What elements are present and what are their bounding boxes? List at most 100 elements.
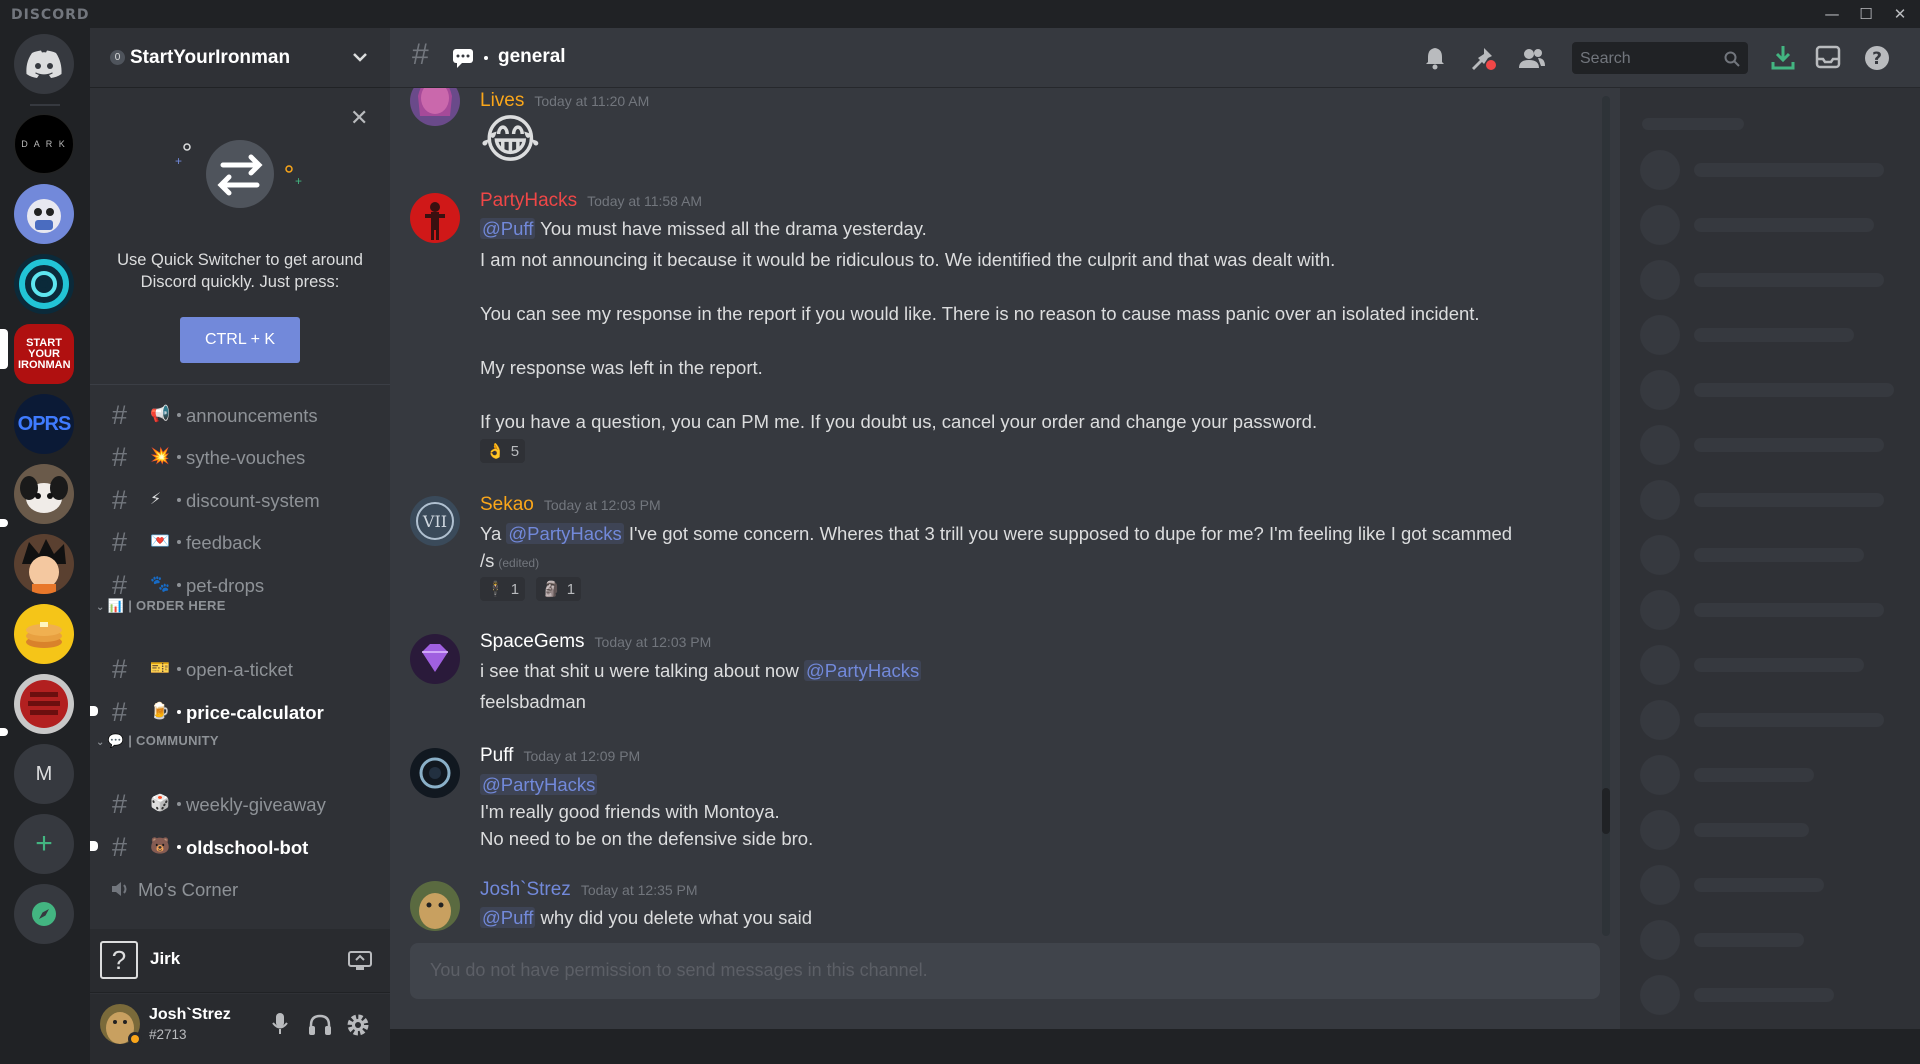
message-author[interactable]: Puff Today at 12:09 PM [480,745,640,767]
boost-badge: 0 [110,50,125,65]
message-author[interactable]: PartyHacks Today at 11:58 AM [480,190,702,212]
puppy-avatar-icon [20,476,68,513]
unread-pill [0,519,8,527]
separator-dot [177,802,181,806]
mention[interactable]: @PartyHacks [480,774,598,795]
skeleton-name [1694,328,1854,342]
hash-icon: # [112,789,128,819]
help-icon[interactable]: ? [1864,45,1890,71]
close-icon[interactable]: ✕ [350,105,368,131]
unread-pill [0,728,8,736]
avatar[interactable] [410,748,460,798]
skeleton-avatar [1640,150,1680,190]
skeleton-avatar [1640,810,1680,850]
channel-feedback[interactable]: # 💌 feedback [98,523,382,561]
search-input[interactable]: Search [1572,42,1748,74]
unread-indicator [90,841,98,851]
message-emoji: 😂 [480,111,541,169]
server-divider [30,104,60,106]
skeleton-name [1694,988,1834,1002]
red-brick-icon [20,680,68,728]
category-community[interactable]: ⌄ 💬 | COMMUNITY [96,733,219,749]
channel-price-calculator[interactable]: # 🍺 price-calculator [90,693,382,731]
gem-avatar-icon [422,644,448,672]
server-swirl[interactable] [14,254,74,314]
avatar[interactable] [410,193,460,243]
server-m[interactable]: M [14,744,74,804]
skeleton-name [1694,878,1824,892]
message-author[interactable]: Josh`Strez Today at 12:35 PM [480,879,698,901]
skeleton-name [1694,493,1884,507]
pin-icon[interactable] [1470,46,1496,72]
inbox-icon[interactable] [1815,45,1841,69]
channel-discount-system[interactable]: # ⚡ discount-system [98,481,382,519]
pancake-icon [26,622,62,648]
mention[interactable]: @Puff [480,218,536,239]
members-icon[interactable] [1518,46,1546,70]
message-line: @Puff You must have missed all the drama… [480,218,927,239]
message-author[interactable]: SpaceGems Today at 12:03 PM [480,631,711,653]
server-dark[interactable]: D A R K [14,114,74,174]
channel-oldschool-bot[interactable]: # 🐻 oldschool-bot [90,828,382,866]
message-composer: You do not have permission to send messa… [410,943,1600,999]
explosion-icon: 💥 [150,448,170,465]
server-pancake[interactable] [14,604,74,664]
avatar[interactable]: VII [410,496,460,546]
server-puppy[interactable] [14,464,74,524]
avatar[interactable] [410,88,460,126]
chevron-down-icon[interactable] [352,52,368,64]
server-anime[interactable] [14,534,74,594]
skeleton-name [1694,163,1884,177]
server-startyourironman[interactable]: START YOUR IRONMAN [14,324,74,384]
mention[interactable]: @Puff [480,907,536,928]
mention[interactable]: @PartyHacks [506,523,624,544]
reaction-button[interactable]: 🕴 1 [480,577,526,601]
skeleton-name [1694,383,1894,397]
scrollbar-thumb[interactable] [1602,788,1610,834]
selected-server-pill [0,329,8,369]
channel-weekly-giveaway[interactable]: # 🎲 weekly-giveaway [98,785,382,823]
channel-open-a-ticket[interactable]: # 🎫 open-a-ticket [98,650,382,688]
love-letter-icon: 💌 [150,533,170,550]
message-line: I'm really good friends with Montoya. [480,801,780,822]
headphones-icon[interactable] [308,1014,332,1036]
channel-sythe-vouches[interactable]: # 💥 sythe-vouches [98,438,382,476]
channel-name: discount-system [186,490,320,511]
maximize-button[interactable]: ☐ [1852,3,1880,25]
avatar[interactable] [410,634,460,684]
download-icon[interactable] [1771,44,1795,70]
skeleton-avatar [1640,645,1680,685]
server-red[interactable] [14,674,74,734]
close-window-button[interactable]: ✕ [1886,3,1914,25]
bell-icon[interactable] [1423,46,1447,70]
avatar[interactable] [410,881,460,931]
server-oprs[interactable]: OPRS [14,394,74,454]
chevron-down-icon: ⌄ [96,737,108,748]
reaction-button[interactable]: 👌 5 [480,439,526,463]
message-author[interactable]: Sekao Today at 12:03 PM [480,494,661,516]
separator-dot [177,455,181,459]
microphone-icon[interactable] [272,1012,288,1036]
home-button[interactable] [14,34,74,94]
explore-servers-button[interactable] [14,884,74,944]
quick-switcher-shortcut-button[interactable]: CTRL + K [180,317,300,363]
skeleton-avatar [1640,865,1680,905]
statue-emoji-icon: 🗿 [542,581,561,598]
server-bot[interactable] [14,184,74,244]
skeleton-avatar [1640,590,1680,630]
channel-announcements[interactable]: # 📢 announcements [98,396,382,434]
screen-share-icon[interactable] [348,951,372,971]
message-timestamp: Today at 11:20 AM [534,93,650,109]
mention[interactable]: @PartyHacks [803,660,922,681]
category-order-here[interactable]: ⌄ 📊 | ORDER HERE [96,598,226,614]
guild-header[interactable]: 0 StartYourIronman [90,28,390,88]
gear-icon[interactable] [346,1013,370,1037]
separator-dot [177,583,181,587]
reaction-button[interactable]: 🗿 1 [536,577,582,601]
add-server-button[interactable]: + [14,814,74,874]
minimize-button[interactable]: — [1818,3,1846,25]
message-author[interactable]: Lives Today at 11:20 AM [480,90,649,112]
channel-title: general [498,46,566,67]
username: Josh`Strez [149,1006,231,1023]
skeleton-name [1694,713,1884,727]
